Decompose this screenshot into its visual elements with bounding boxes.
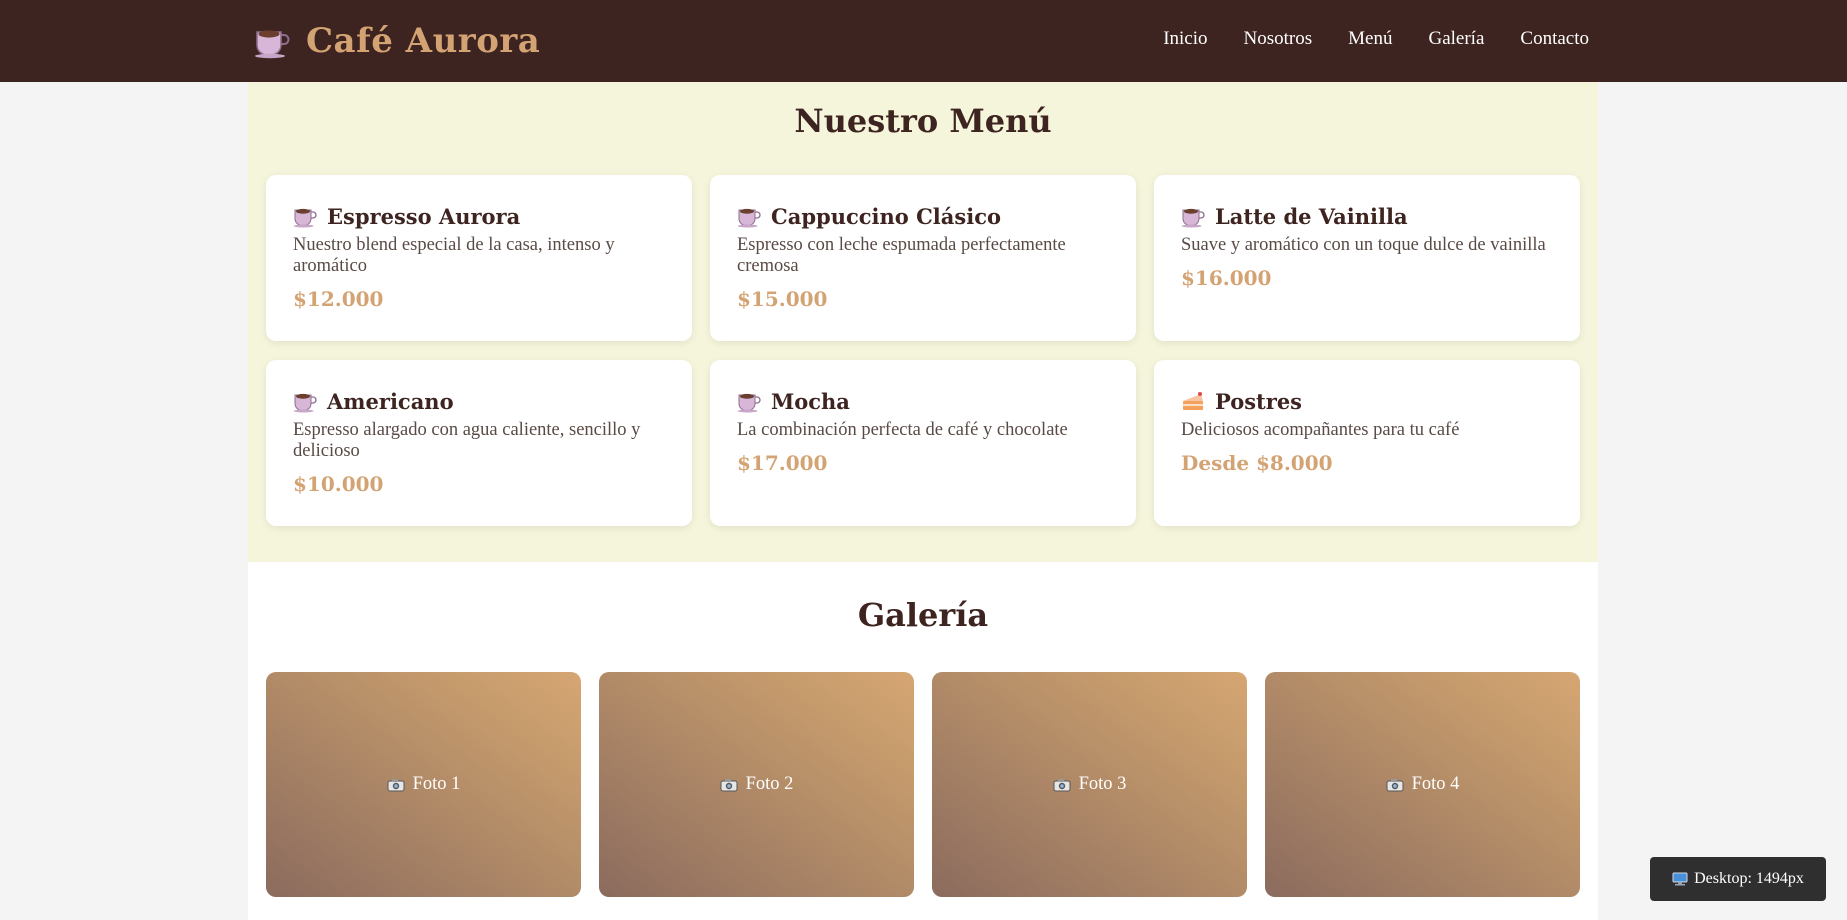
menu-card-latte[interactable]: Latte de Vainilla Suave y aromático con … xyxy=(1154,175,1580,341)
menu-item-price: $15.000 xyxy=(737,287,828,311)
nav-link-nosotros[interactable]: Nosotros xyxy=(1244,28,1313,50)
photo-label: Foto 4 xyxy=(1411,774,1460,794)
coffee-cup-icon xyxy=(737,389,761,413)
menu-card-cappuccino[interactable]: Cappuccino Clásico Espresso con leche es… xyxy=(710,175,1136,341)
photo-label: Foto 2 xyxy=(745,774,794,794)
menu-section: Nuestro Menú Espresso Aurora Nuestro ble… xyxy=(248,82,1598,562)
menu-title: Nuestro Menú xyxy=(794,102,1052,140)
menu-item-name: Cappuccino Clásico xyxy=(771,203,1001,229)
menu-item-price: $10.000 xyxy=(293,472,384,496)
coffee-cup-icon xyxy=(293,204,317,228)
gallery-title: Galería xyxy=(857,596,989,634)
menu-item-name: Postres xyxy=(1215,388,1303,414)
menu-item-price: $12.000 xyxy=(293,287,384,311)
camera-icon xyxy=(720,778,738,792)
brand-name: Café Aurora xyxy=(306,21,541,61)
cake-slice-icon xyxy=(1181,389,1205,413)
main-nav: Inicio Nosotros Menú Galería Contacto xyxy=(1163,28,1589,50)
brand-logo[interactable]: Café Aurora xyxy=(254,18,540,64)
menu-card-postres[interactable]: Postres Deliciosos acompañantes para tu … xyxy=(1154,360,1580,526)
camera-icon xyxy=(387,778,405,792)
nav-link-galeria[interactable]: Galería xyxy=(1428,28,1484,50)
photo-label: Foto 1 xyxy=(412,774,461,794)
camera-icon xyxy=(1386,778,1404,792)
menu-item-description: La combinación perfecta de café y chocol… xyxy=(737,420,1068,440)
top-navbar: Café Aurora Inicio Nosotros Menú Galería… xyxy=(0,0,1847,82)
menu-item-description: Suave y aromático con un toque dulce de … xyxy=(1181,235,1546,255)
coffee-cup-icon xyxy=(1181,204,1205,228)
nav-link-inicio[interactable]: Inicio xyxy=(1163,28,1207,50)
menu-item-name: Latte de Vainilla xyxy=(1215,203,1408,229)
menu-item-price: Desde $8.000 xyxy=(1181,451,1333,475)
menu-item-name: Americano xyxy=(327,388,454,414)
viewport-size-label: Desktop: 1494px xyxy=(1694,870,1804,887)
coffee-cup-icon xyxy=(293,389,317,413)
menu-card-mocha[interactable]: Mocha La combinación perfecta de café y … xyxy=(710,360,1136,526)
menu-card-americano[interactable]: Americano Espresso alargado con agua cal… xyxy=(266,360,692,526)
menu-item-description: Espresso alargado con agua caliente, sen… xyxy=(293,420,641,461)
menu-item-price: $17.000 xyxy=(737,451,828,475)
menu-item-description: Nuestro blend especial de la casa, inten… xyxy=(293,235,615,276)
computer-icon xyxy=(1672,872,1688,886)
nav-link-menu[interactable]: Menú xyxy=(1348,28,1392,50)
gallery-photo-3[interactable]: Foto 3 xyxy=(932,672,1247,897)
camera-icon xyxy=(1053,778,1071,792)
menu-item-name: Mocha xyxy=(771,388,850,414)
gallery-photo-2[interactable]: Foto 2 xyxy=(599,672,914,897)
menu-item-price: $16.000 xyxy=(1181,266,1272,290)
nav-link-contacto[interactable]: Contacto xyxy=(1520,28,1589,50)
gallery-section: Galería Foto 1 Foto 2 Foto 3 Foto 4 xyxy=(248,562,1598,920)
page-container: Nuestro Menú Espresso Aurora Nuestro ble… xyxy=(248,82,1598,920)
photo-label: Foto 3 xyxy=(1078,774,1127,794)
menu-item-description: Deliciosos acompañantes para tu café xyxy=(1181,420,1460,440)
menu-item-description: Espresso con leche espumada perfectament… xyxy=(737,235,1066,276)
menu-item-name: Espresso Aurora xyxy=(327,203,521,229)
gallery-photo-1[interactable]: Foto 1 xyxy=(266,672,581,897)
coffee-cup-icon xyxy=(737,204,761,228)
menu-card-espresso[interactable]: Espresso Aurora Nuestro blend especial d… xyxy=(266,175,692,341)
gallery-photo-4[interactable]: Foto 4 xyxy=(1265,672,1580,897)
viewport-size-badge: Desktop: 1494px xyxy=(1650,857,1826,901)
coffee-cup-icon xyxy=(254,23,290,59)
